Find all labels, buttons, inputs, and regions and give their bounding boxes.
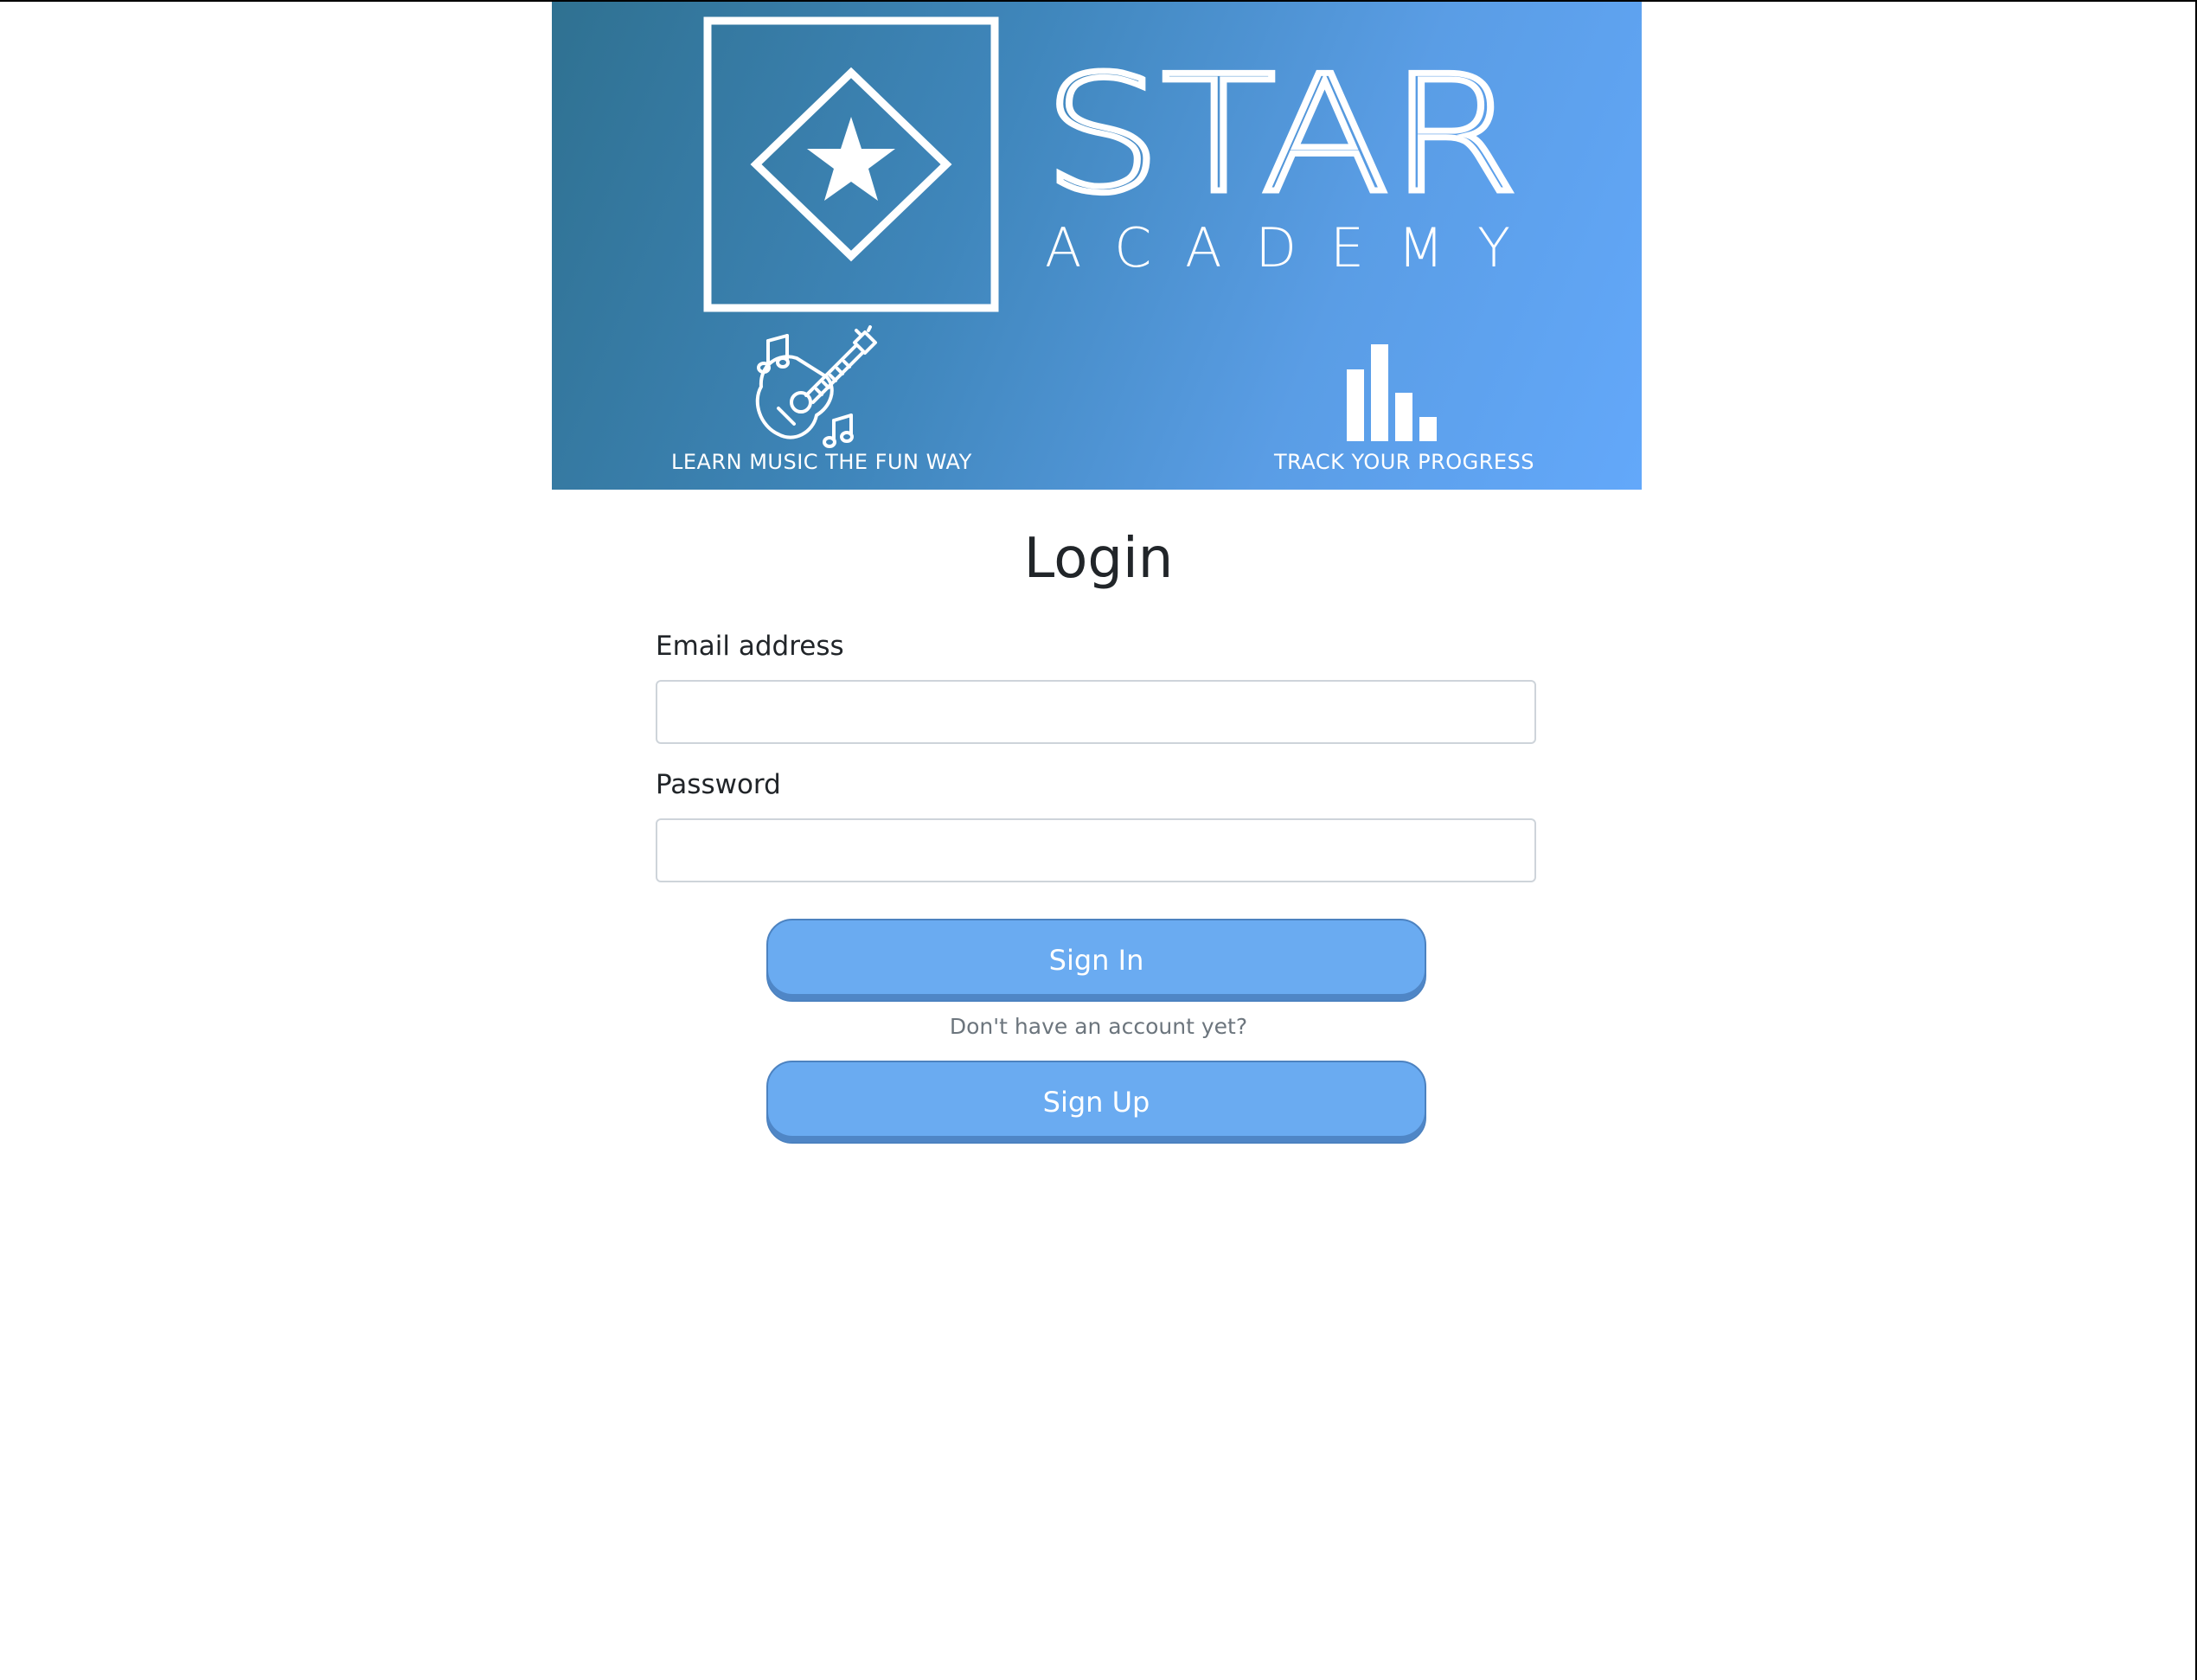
sign-up-button[interactable]: Sign Up bbox=[766, 1061, 1426, 1144]
password-label: Password bbox=[656, 769, 781, 800]
hero-banner: STAR ACADEMY LEARN MUSIC THE FUN WAY TRA… bbox=[552, 2, 1642, 490]
logo-title: STAR bbox=[1043, 41, 1519, 228]
bar-chart-icon bbox=[1347, 344, 1437, 441]
password-field[interactable] bbox=[656, 818, 1536, 882]
guitar-music-notes-icon bbox=[755, 325, 877, 448]
caption-track-progress: TRACK YOUR PROGRESS bbox=[1274, 450, 1535, 474]
star-diamond-logo-icon bbox=[703, 16, 999, 312]
email-field[interactable] bbox=[656, 680, 1536, 744]
banner-artwork: STAR ACADEMY bbox=[703, 16, 1522, 448]
page-title: Login bbox=[1023, 527, 1174, 591]
caption-learn-music: LEARN MUSIC THE FUN WAY bbox=[671, 450, 972, 474]
no-account-text: Don't have an account yet? bbox=[949, 1014, 1248, 1039]
logo-subtitle: ACADEMY bbox=[1045, 216, 1510, 279]
sign-in-button[interactable]: Sign In bbox=[766, 919, 1426, 1002]
email-label: Email address bbox=[656, 631, 844, 662]
